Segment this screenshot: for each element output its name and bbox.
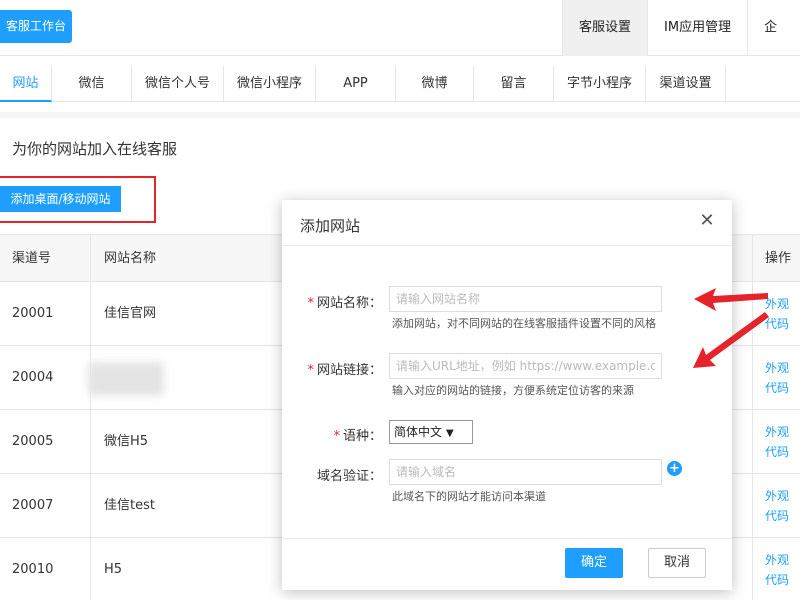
op-links: 外观 代码 [765, 358, 789, 398]
tab-wechat-personal[interactable]: 微信个人号 [132, 66, 224, 102]
cell-site-name: 佳信官网 [104, 306, 157, 321]
topnav-service-settings[interactable]: 客服设置 [562, 0, 648, 56]
appearance-link[interactable]: 外观 [765, 294, 789, 314]
appearance-link[interactable]: 外观 [765, 358, 789, 378]
top-header: 客服工作台 客服设置 IM应用管理 企 [0, 0, 800, 56]
annotation-highlight-box [0, 176, 156, 223]
cell-site-name: H5 [104, 562, 123, 577]
tab-website[interactable]: 网站 [0, 66, 52, 102]
header-site-name: 网站名称 [104, 251, 157, 266]
code-link[interactable]: 代码 [765, 570, 789, 590]
header-operations: 操作 [765, 251, 792, 266]
workbench-button[interactable]: 客服工作台 [0, 10, 72, 43]
site-name-hint: 添加网站，对不同网站的在线客服插件设置不同的风格 [392, 317, 656, 330]
domain-label: 域名验证： [316, 469, 382, 484]
dialog-footer-divider [282, 538, 732, 539]
tab-app[interactable]: APP [316, 66, 396, 102]
channel-tabs: 网站 微信 微信个人号 微信小程序 APP 微博 留言 字节小程序 渠道设置 [0, 66, 800, 102]
language-select[interactable]: 简体中文 ▼ [389, 420, 473, 444]
cell-channel: 20005 [12, 434, 54, 449]
site-name-input[interactable] [389, 286, 662, 312]
cell-site-name: 微信H5 [104, 434, 149, 449]
appearance-link[interactable]: 外观 [765, 422, 789, 442]
op-links: 外观 代码 [765, 550, 789, 590]
dialog-divider [282, 245, 732, 246]
add-website-dialog: 添加网站 ✕ *网站名称： 添加网站，对不同网站的在线客服插件设置不同的风格 *… [282, 200, 732, 590]
site-name-label: * 网站名称： [307, 296, 382, 311]
domain-input[interactable] [389, 459, 662, 485]
chevron-down-icon: ▼ [446, 428, 454, 439]
appearance-link[interactable]: 外观 [765, 486, 789, 506]
tab-wechat[interactable]: 微信 [52, 66, 132, 102]
language-label: * 语种： [333, 429, 382, 444]
cancel-button[interactable]: 取消 [648, 548, 706, 578]
site-url-input[interactable] [389, 353, 662, 379]
tab-message[interactable]: 留言 [474, 66, 554, 102]
cell-channel: 20004 [12, 370, 54, 385]
top-nav: 客服设置 IM应用管理 企 [562, 0, 793, 56]
topnav-enterprise[interactable]: 企 [747, 0, 793, 56]
confirm-button[interactable]: 确定 [565, 548, 623, 578]
tab-bytedance-miniprogram[interactable]: 字节小程序 [554, 66, 646, 102]
op-links: 外观 代码 [765, 294, 789, 334]
cell-channel: 20010 [12, 562, 54, 577]
add-domain-icon[interactable]: + [667, 461, 682, 476]
header-channel: 渠道号 [12, 251, 52, 266]
topnav-im-app-management[interactable]: IM应用管理 [647, 0, 747, 56]
close-icon[interactable]: ✕ [698, 212, 716, 230]
dialog-title: 添加网站 [300, 217, 361, 235]
language-value: 简体中文 [394, 425, 443, 439]
tab-weibo[interactable]: 微博 [396, 66, 474, 102]
tab-wechat-miniprogram[interactable]: 微信小程序 [224, 66, 316, 102]
cell-site-name: 佳信test [104, 498, 155, 513]
tab-channel-settings[interactable]: 渠道设置 [646, 66, 726, 102]
domain-hint: 此域名下的网站才能访问本渠道 [392, 490, 546, 503]
op-links: 外观 代码 [765, 486, 789, 526]
code-link[interactable]: 代码 [765, 506, 789, 526]
blurred-site-name [88, 362, 164, 396]
page-title: 为你的网站加入在线客服 [12, 140, 178, 158]
cell-channel: 20007 [12, 498, 54, 513]
site-url-hint: 输入对应的网站的链接，方便系统定位访客的来源 [392, 384, 634, 397]
appearance-link[interactable]: 外观 [765, 550, 789, 570]
code-link[interactable]: 代码 [765, 314, 789, 334]
op-links: 外观 代码 [765, 422, 789, 462]
code-link[interactable]: 代码 [765, 442, 789, 462]
site-url-label: * 网站链接： [307, 363, 382, 378]
cell-channel: 20001 [12, 306, 54, 321]
code-link[interactable]: 代码 [765, 378, 789, 398]
